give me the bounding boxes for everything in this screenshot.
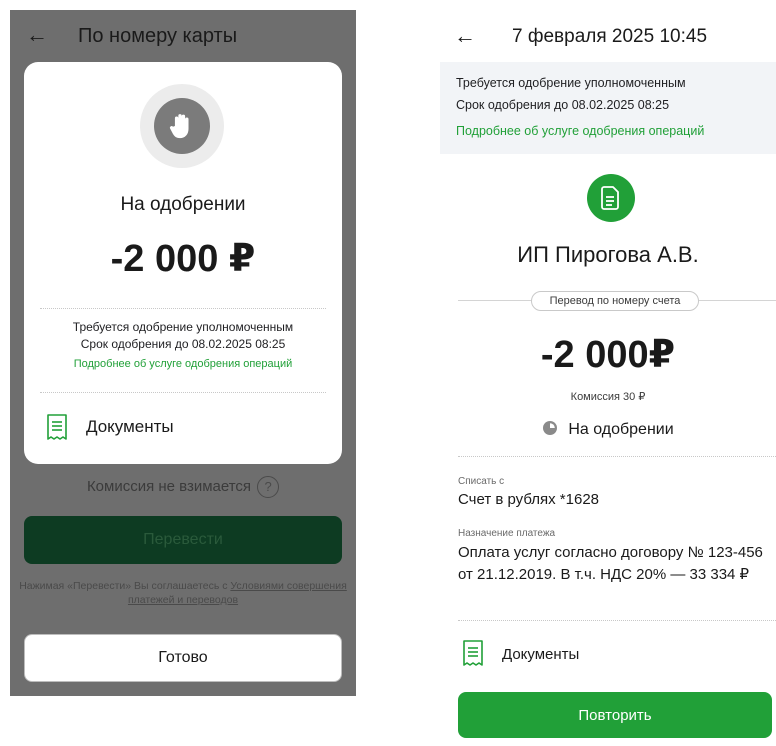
fee-info: Комиссия не взимается? — [10, 476, 356, 498]
page-title: По номеру карты — [78, 25, 238, 47]
document-icon — [601, 186, 619, 210]
documents-link[interactable]: Документы — [502, 646, 579, 663]
debit-account: Счет в рублях *1628 — [458, 491, 600, 508]
receipt-icon[interactable] — [462, 640, 484, 668]
terms-prefix: Нажимая «Перевести» Вы соглашаетесь с — [19, 580, 231, 592]
right-header: ← 7 февраля 2025 10:45 — [440, 10, 776, 62]
debit-label: Списать с — [458, 476, 505, 487]
recipient-avatar — [587, 174, 635, 222]
left-phone-screen: ← По номеру карты Комиссия не взимается?… — [10, 10, 356, 696]
status-title: На одобрении — [120, 194, 246, 215]
hand-stop-icon — [169, 114, 189, 139]
amount: -2 000 ₽ — [110, 238, 256, 280]
approval-notice: Требуется одобрение уполномоченным — [456, 76, 686, 90]
status-label: На одобрении — [568, 421, 674, 438]
terms-text: Нажимая «Перевести» Вы соглашаетесь с Ус… — [10, 579, 356, 607]
back-arrow-icon[interactable]: ← — [454, 23, 476, 49]
clock-icon — [543, 421, 558, 435]
fee-label: Комиссия не взимается — [86, 477, 252, 495]
approval-modal: На одобрении -2 000 ₽ Требуется одобрени… — [24, 62, 342, 464]
repeat-button[interactable]: Повторить — [458, 692, 772, 738]
right-phone-screen: ← 7 февраля 2025 10:45 Требуется одобрен… — [440, 10, 776, 746]
approval-notice: Требуется одобрение уполномоченным — [72, 320, 294, 334]
divider — [40, 392, 326, 393]
approval-deadline: Срок одобрения до 08.02.2025 08:25 — [456, 98, 670, 112]
documents-link[interactable]: Документы — [86, 417, 174, 437]
purpose-value: Оплата услуг согласно договору № 123-456… — [458, 544, 763, 583]
status-row: На одобрении — [440, 420, 776, 439]
document-icon[interactable] — [46, 414, 68, 442]
approval-info-link[interactable]: Подробнее об услуге одобрения операций — [456, 124, 704, 138]
page-title: 7 февраля 2025 10:45 — [512, 26, 708, 47]
purpose-label: Назначение платежа — [458, 528, 556, 539]
left-header: ← По номеру карты — [10, 10, 356, 62]
done-button[interactable]: Готово — [24, 634, 342, 682]
approval-info-link[interactable]: Подробнее об услуге одобрения операций — [24, 358, 342, 370]
status-badge — [140, 84, 224, 168]
help-icon[interactable]: ? — [257, 476, 280, 498]
divider — [458, 456, 776, 457]
divider — [40, 308, 326, 309]
approval-notice-banner: Требуется одобрение уполномоченным Срок … — [440, 62, 776, 154]
back-arrow-icon[interactable]: ← — [26, 22, 48, 48]
amount: -2 000₽ — [540, 334, 676, 376]
commission: Комиссия 30 ₽ — [570, 391, 646, 403]
transfer-button[interactable]: Перевести — [24, 516, 342, 564]
recipient-name: ИП Пирогова А.В. — [517, 242, 699, 267]
transfer-type-chip: Перевод по номеру счета — [531, 291, 699, 311]
divider — [458, 620, 776, 621]
approval-deadline: Срок одобрения до 08.02.2025 08:25 — [80, 337, 286, 351]
